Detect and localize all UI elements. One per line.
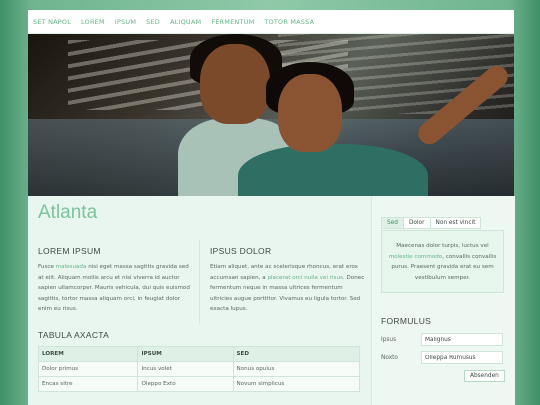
table-title: TABULA AXACTA [38,330,110,340]
nav-item-set-napol[interactable]: SET NAPOL [33,18,71,26]
form-label: Ipsus [381,336,397,343]
table-cell: Novum simplicus [232,376,360,392]
sidebar: Sed Dolor Non est vincit Maecenas dolor … [371,196,515,405]
column-heading: LOREM IPSUM [38,246,101,256]
column-lorem-ipsum: LOREM IPSUM Fusce malesuada nisi eget ma… [38,246,193,315]
hero-photo [28,34,514,196]
ipsus-field[interactable] [421,333,503,346]
tab-non-est-vincit[interactable]: Non est vincit [429,217,482,229]
nav-item-ipsum[interactable]: IPSUM [115,18,136,26]
column-text: Fusce malesuada nisi eget massa sagittis… [38,264,190,312]
nav-item-totor-massa[interactable]: TOTOR MASSA [264,18,314,26]
column-text: Etiam aliquet, ante ac scelerisque rhonc… [210,264,365,312]
table-header: SED [232,346,360,362]
noxto-field[interactable] [421,351,503,364]
data-table: LOREM IPSUM SED Dolor primus Incus volet… [37,346,360,392]
table-cell: Dolor primus [37,361,139,377]
table-cell: Encas sitre [37,376,139,392]
top-nav: SET NAPOL LOREM IPSUM SED ALIQUAM FERMEN… [28,10,514,34]
table-header: IPSUM [137,346,234,362]
table-cell: Incus volet [137,361,234,377]
table-header: LOREM [37,346,139,362]
page-frame: SET NAPOL LOREM IPSUM SED ALIQUAM FERMEN… [28,10,515,405]
form-row-ipsus: Ipsus [381,333,503,346]
nav-item-aliquam[interactable]: ALIQUAM [170,18,201,26]
column-ipsus-dolor: IPSUS DOLOR Etiam aliquet, ante ac scele… [210,246,365,315]
tab-panel-text: Maecenas dolor turpis, luctus vel molest… [388,243,497,281]
submit-button[interactable]: Absenden [464,370,505,382]
tab-dolor[interactable]: Dolor [402,217,431,229]
tab-sed[interactable]: Sed [381,217,404,229]
tab-panel: Maecenas dolor turpis, luctus vel molest… [381,230,504,293]
form-label: Noxto [381,354,398,361]
table-row: Dolor primus Incus volet Nonus opulus [37,361,360,377]
form-row-noxto: Noxto [381,351,503,364]
nav-item-sed[interactable]: SED [146,18,160,26]
form-title: FORMULUS [381,316,432,326]
nav-item-fermentum[interactable]: FERMENTUM [211,18,254,26]
table-header-row: LOREM IPSUM SED [37,346,360,362]
text-link[interactable]: placerat orci nulla vel risus [267,275,342,281]
text-link[interactable]: malesuada [56,264,87,270]
nav-item-lorem[interactable]: LOREM [81,18,105,26]
column-heading: IPSUS DOLOR [210,246,272,256]
main-content: Atlanta LOREM IPSUM Fusce malesuada nisi… [28,196,371,405]
page-title: Atlanta [38,202,98,223]
table-row: Encas sitre Oleppo Exto Novum simplicus [37,376,360,392]
table-cell: Nonus opulus [232,361,360,377]
text-link[interactable]: molestie commodo [389,254,443,260]
column-divider [199,240,200,324]
sidebar-tabs: Sed Dolor Non est vincit [381,217,482,229]
table-cell: Oleppo Exto [137,376,234,392]
